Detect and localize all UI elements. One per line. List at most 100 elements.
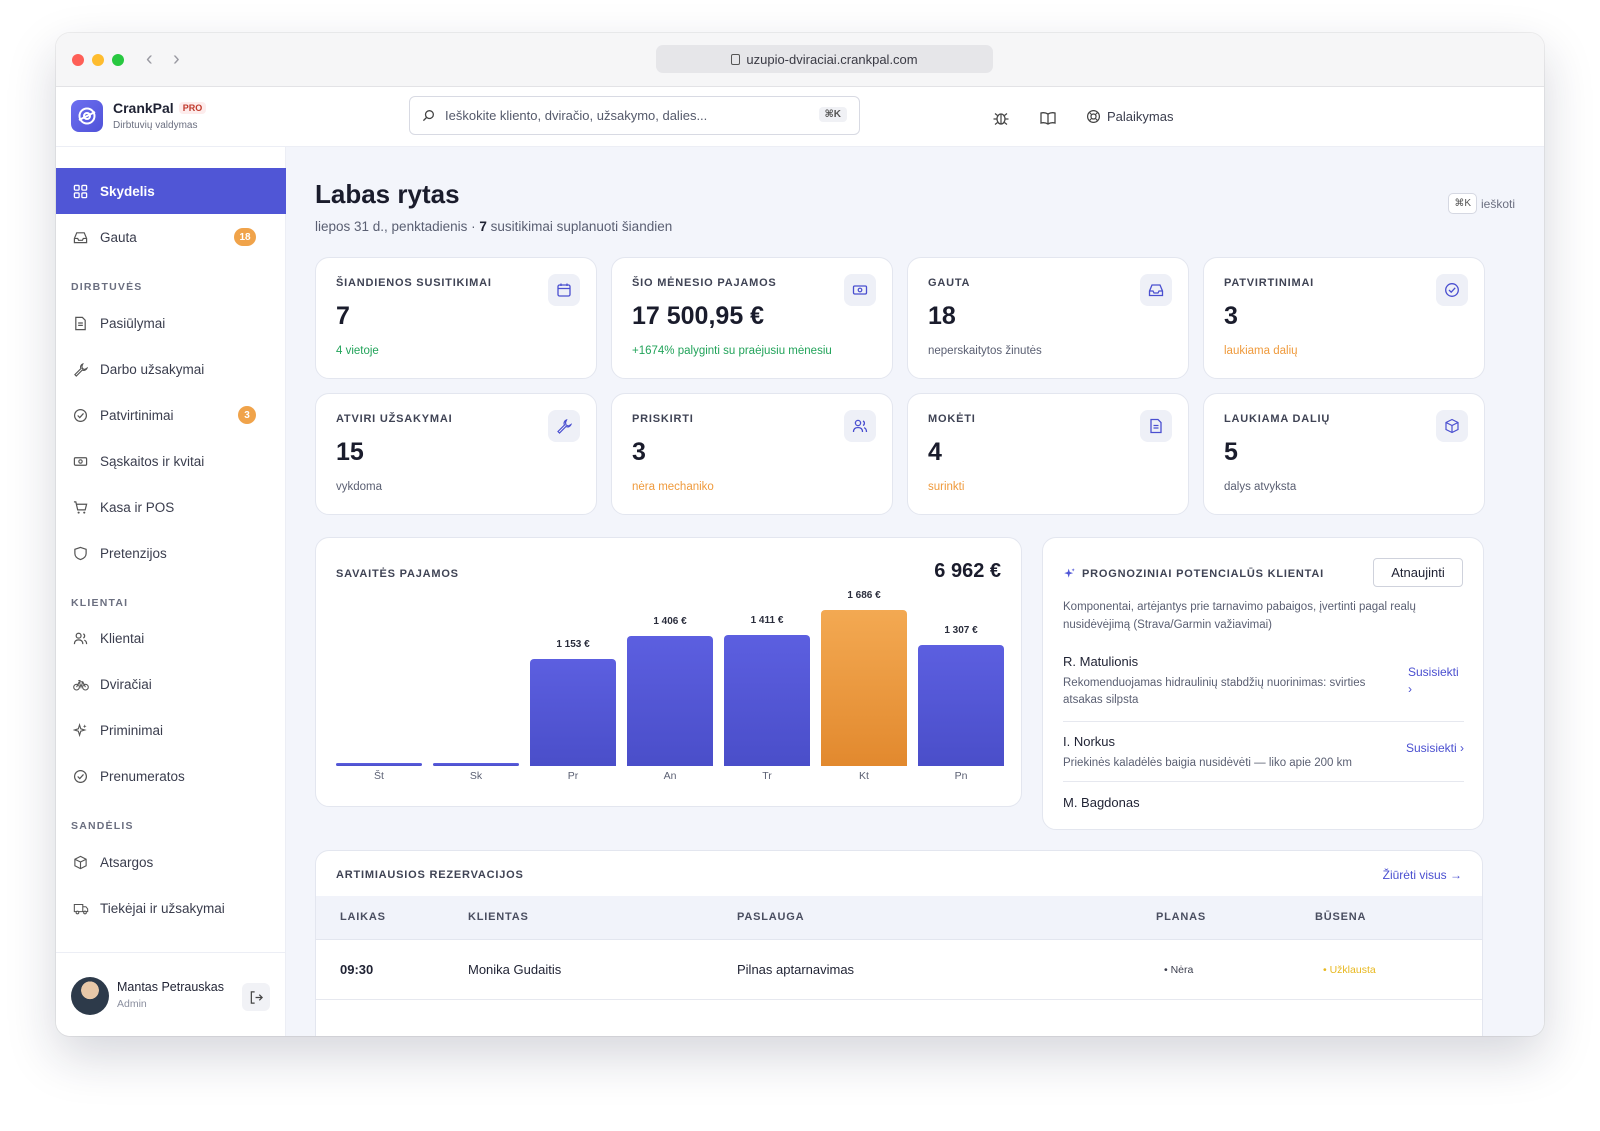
logout-button[interactable] [242,983,270,1011]
stat-card[interactable]: GAUTA 18 neperskaitytos žinutės [907,257,1189,379]
upcoming-reservations-card: ARTIMIAUSIOS REZERVACIJOS Žiūrėti visus … [315,850,1483,1036]
column-header[interactable]: PLANAS [1156,911,1206,923]
stat-value: 7 [336,302,350,330]
document-icon [72,315,89,332]
stat-note: +1674% palyginti su praėjusiu mėnesiu [632,345,832,357]
bar-value-label: 1 411 € [750,615,784,626]
forward-arrow-icon[interactable]: › [173,47,180,71]
sidebar-item-claims[interactable]: Pretenzijos [56,530,286,576]
stat-card[interactable]: ŠIANDIENOS SUSITIKIMAI 7 4 vietoje [315,257,597,379]
column-header[interactable]: BŪSENA [1315,911,1366,923]
section-title-warehouse: SANDĖLIS [71,820,134,832]
address-bar[interactable]: uzupio-dviraciai.crankpal.com [656,45,993,73]
sidebar-item-subscriptions[interactable]: Prenumeratos [56,753,286,799]
app-topbar: CrankPalPRO Dirbtuvių valdymas ⌘K Palaik… [56,87,1544,147]
lead-description: Priekinės kaladėlės baigia nusidėvėti — … [1063,757,1352,769]
stat-card[interactable]: LAUKIAMA DALIŲ 5 dalys atvyksta [1203,393,1485,515]
users-icon [844,410,876,442]
chart-bar[interactable] [433,763,519,766]
sidebar-item-reminders[interactable]: Priminimai [56,707,286,753]
sidebar-item-pos[interactable]: Kasa ir POS [56,484,286,530]
chart-bar[interactable] [530,659,616,766]
column-header[interactable]: LAIKAS [340,911,386,923]
stat-card[interactable]: PATVIRTINIMAI 3 laukiama dalių [1203,257,1485,379]
sidebar-item-label: Pasiūlymai [100,315,166,331]
status-badge: • Užklausta [1323,964,1376,976]
leads-title: PROGNOZINIAI POTENCIALŪS KLIENTAI [1063,567,1324,580]
lifebuoy-icon [1086,109,1101,124]
sidebar-item-clients[interactable]: Klientai [56,615,286,661]
stat-label: ŠIANDIENOS SUSITIKIMAI [336,277,492,289]
reservation-client: Monika Gudaitis [468,962,562,977]
wrench-icon [72,361,89,378]
check-circle-icon [72,768,89,785]
section-title-workshop: DIRBTUVĖS [71,281,143,293]
sidebar-item-dashboard[interactable]: Skydelis [56,168,286,214]
back-arrow-icon[interactable]: ‹ [146,47,153,71]
stat-note: vykdoma [336,481,383,493]
reservation-service: Pilnas aptarnavimas [737,962,855,977]
stat-note: dalys atvyksta [1224,481,1297,493]
stat-card[interactable]: PRISKIRTI 3 nėra mechaniko [611,393,893,515]
table-row[interactable]: 09:30 Monika Gudaitis Pilnas aptarnavima… [316,940,1482,1000]
bar-category-label: Pr [567,770,579,782]
sidebar-item-label: Skydelis [100,183,155,199]
support-label: Palaikymas [1107,109,1174,124]
crankpal-logo-icon[interactable] [71,100,103,132]
close-window-button[interactable] [72,54,84,66]
minimize-window-button[interactable] [92,54,104,66]
stat-label: PATVIRTINIMAI [1224,277,1315,289]
wrench-icon [548,410,580,442]
column-header[interactable]: PASLAUGA [737,911,804,923]
stat-value: 3 [1224,302,1238,330]
search-input[interactable] [445,108,805,123]
users-icon [72,630,89,647]
sidebar-item-label: Darbo užsakymai [100,361,205,377]
maximize-window-button[interactable] [112,54,124,66]
view-all-link[interactable]: Žiūrėti visus → [1383,868,1462,882]
bar-value-label: 1 406 € [653,616,687,627]
support-link[interactable]: Palaikymas [1086,109,1173,124]
stat-card[interactable]: ATVIRI UŽSAKYMAI 15 vykdoma [315,393,597,515]
sidebar-item-approvals[interactable]: Patvirtinimai 3 [56,392,286,438]
chart-bar[interactable] [918,645,1004,766]
refresh-button[interactable]: Atnaujinti [1373,558,1463,587]
stat-card[interactable]: MOKĖTI 4 surinkti [907,393,1189,515]
bug-icon[interactable] [992,109,1010,127]
contact-link[interactable]: Susisiekti › [1406,741,1464,755]
stat-label: ŠIO MĖNESIO PAJAMOS [632,277,777,289]
sidebar-item-label: Gauta [100,229,137,245]
sidebar-item-invoices[interactable]: Sąskaitos ir kvitai [56,438,286,484]
avatar[interactable] [71,977,109,1015]
stat-card[interactable]: ŠIO MĖNESIO PAJAMOS 17 500,95 € +1674% pal… [611,257,893,379]
bar-category-label: Pn [954,770,968,782]
book-icon[interactable] [1039,109,1057,127]
inbox-icon [72,229,89,246]
weekly-revenue-card: SAVAITĖS PAJAMOS 6 962 € Št Sk 1 153 € Pr 1 … [315,537,1022,807]
bicycle-icon [72,676,89,693]
sidebar-item-suppliers[interactable]: Tiekėjai ir užsakymai [56,885,286,931]
sidebar-item-work-orders[interactable]: Darbo užsakymai [56,346,286,392]
table-header: LAIKAS KLIENTAS PASLAUGA PLANAS BŪSENA [316,896,1482,940]
money-icon [844,274,876,306]
column-header[interactable]: KLIENTAS [468,911,529,923]
sidebar-item-inbox[interactable]: Gauta 18 [56,214,286,260]
quick-search-hint[interactable]: ⌘K ieškoti [1448,193,1515,214]
box-icon [72,854,89,871]
contact-link[interactable]: Susisiekti › [1408,664,1464,698]
global-search[interactable]: ⌘K [409,96,860,135]
sidebar-item-quotes[interactable]: Pasiūlymai [56,300,286,346]
chart-bar[interactable] [821,610,907,766]
chart-bar[interactable] [724,635,810,766]
sidebar-item-inventory[interactable]: Atsargos [56,839,286,885]
sidebar-item-bikes[interactable]: Dviračiai [56,661,286,707]
bar-value-label: 1 686 € [847,590,881,601]
reservation-time: 09:30 [340,962,374,977]
chart-bar[interactable] [336,763,422,766]
bar-category-label: Št [374,770,384,782]
chart-bar[interactable] [627,636,713,766]
sidebar-item-label: Prenumeratos [100,768,185,784]
truck-icon [72,900,89,917]
sidebar: Skydelis Gauta 18 DIRBTUVĖS Pasiūlymai D… [56,147,286,1036]
money-icon [72,453,89,470]
